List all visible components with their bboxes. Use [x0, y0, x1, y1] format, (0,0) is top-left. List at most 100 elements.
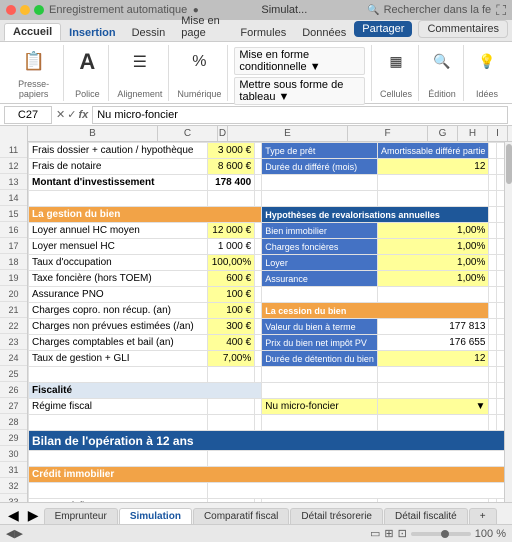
cell-e19[interactable]: Assurance: [262, 271, 378, 287]
cell-b12[interactable]: Frais de notaire: [29, 159, 208, 175]
cell-b15[interactable]: La gestion du bien: [29, 207, 262, 223]
paste-button[interactable]: 📋: [19, 47, 49, 77]
cell-d14[interactable]: [255, 191, 262, 207]
cell-h12[interactable]: [497, 159, 505, 175]
tab-comparatif-fiscal[interactable]: Comparatif fiscal: [193, 508, 289, 524]
cell-b30[interactable]: [29, 451, 208, 467]
col-header-i[interactable]: I: [488, 126, 508, 141]
cell-b24[interactable]: Taux de gestion + GLI: [29, 351, 208, 367]
cell-d28[interactable]: [255, 415, 262, 431]
cell-b16[interactable]: Loyer annuel HC moyen: [29, 223, 208, 239]
cell-c23[interactable]: 400 €: [208, 335, 255, 351]
cell-d13[interactable]: [255, 175, 262, 191]
cell-b19[interactable]: Taxe foncière (hors TOEM): [29, 271, 208, 287]
cell-d12[interactable]: [255, 159, 262, 175]
cell-c33[interactable]: [208, 499, 255, 503]
cell-b32[interactable]: [29, 483, 208, 499]
cell-h22[interactable]: [497, 319, 505, 335]
share-button[interactable]: Partager: [354, 21, 412, 37]
cell-e24[interactable]: Durée de détention du bien: [262, 351, 378, 367]
tab-dessin[interactable]: Dessin: [124, 25, 174, 41]
col-header-h[interactable]: H: [458, 126, 488, 141]
cell-h27[interactable]: [497, 399, 505, 415]
cell-h11[interactable]: [497, 143, 505, 159]
tab-add[interactable]: +: [469, 508, 497, 524]
cell-h15[interactable]: [497, 207, 505, 223]
cell-e23[interactable]: Prix du bien net impôt PV: [262, 335, 378, 351]
cell-b17[interactable]: Loyer mensuel HC: [29, 239, 208, 255]
cell-h14[interactable]: [497, 191, 505, 207]
cell-e15[interactable]: Hypothèses de revalorisations annuelles: [262, 207, 489, 223]
cell-h18[interactable]: [497, 255, 505, 271]
cell-b11[interactable]: Frais dossier + caution / hypothèque: [29, 143, 208, 159]
col-header-e[interactable]: E: [228, 126, 348, 141]
cell-f24[interactable]: 12: [378, 351, 489, 367]
sheet-nav-icon[interactable]: ◀▶: [6, 527, 23, 540]
cell-g23[interactable]: [489, 335, 497, 351]
cell-c13[interactable]: 178 400: [208, 175, 255, 191]
align-button[interactable]: ☰: [125, 47, 155, 77]
cell-g22[interactable]: [489, 319, 497, 335]
cell-e14[interactable]: [262, 191, 378, 207]
cell-f20[interactable]: [378, 287, 489, 303]
cell-e11[interactable]: Type de prêt: [262, 143, 378, 159]
font-button[interactable]: A: [72, 47, 102, 77]
minimize-button[interactable]: [20, 5, 30, 15]
cell-g28[interactable]: [489, 415, 497, 431]
cell-b27[interactable]: Régime fiscal: [29, 399, 208, 415]
cell-e12[interactable]: Durée du différé (mois): [262, 159, 378, 175]
cell-e25[interactable]: [262, 367, 378, 383]
cell-b23[interactable]: Charges comptables et bail (an): [29, 335, 208, 351]
cell-e20[interactable]: [262, 287, 378, 303]
cell-b13[interactable]: Montant d'investissement: [29, 175, 208, 191]
cell-f26[interactable]: [378, 383, 489, 399]
cell-f28[interactable]: [378, 415, 489, 431]
comments-button[interactable]: Commentaires: [418, 20, 508, 38]
cell-g17[interactable]: [489, 239, 497, 255]
confirm-formula-icon[interactable]: ✓: [67, 108, 76, 121]
cell-c25[interactable]: [208, 367, 255, 383]
fullscreen-icon[interactable]: ⛶: [496, 2, 506, 19]
col-header-b[interactable]: B: [28, 126, 158, 141]
cell-d22[interactable]: [255, 319, 262, 335]
cell-d23[interactable]: [255, 335, 262, 351]
ideas-button[interactable]: 💡: [472, 47, 502, 77]
cell-e18[interactable]: Loyer: [262, 255, 378, 271]
cell-h17[interactable]: [497, 239, 505, 255]
window-controls[interactable]: [6, 5, 44, 15]
cell-h23[interactable]: [497, 335, 505, 351]
maximize-button[interactable]: [34, 5, 44, 15]
cell-g18[interactable]: [489, 255, 497, 271]
cell-h20[interactable]: [497, 287, 505, 303]
cell-d33[interactable]: [255, 499, 262, 503]
cell-c11[interactable]: 3 000 €: [208, 143, 255, 159]
tab-insertion[interactable]: Insertion: [61, 25, 123, 41]
cell-h19[interactable]: [497, 271, 505, 287]
cell-g27[interactable]: [489, 399, 497, 415]
cell-c21[interactable]: 100 €: [208, 303, 255, 319]
cell-b18[interactable]: Taux d'occupation: [29, 255, 208, 271]
cell-b14[interactable]: [29, 191, 208, 207]
cell-h33[interactable]: [497, 499, 505, 503]
tab-emprunteur[interactable]: Emprunteur: [44, 508, 118, 524]
cell-f23[interactable]: 176 655: [378, 335, 489, 351]
cell-g19[interactable]: [489, 271, 497, 287]
cell-e33[interactable]: 178 400,00 €: [262, 499, 378, 503]
numeric-button[interactable]: %: [184, 47, 214, 77]
cell-d21[interactable]: [255, 303, 262, 319]
cell-c17[interactable]: 1 000 €: [208, 239, 255, 255]
edition-button[interactable]: 🔍: [427, 47, 457, 77]
tab-mise-en-page[interactable]: Mise en page: [173, 13, 232, 41]
vertical-scrollbar[interactable]: [504, 142, 512, 502]
cell-f18[interactable]: 1,00%: [378, 255, 489, 271]
cell-c20[interactable]: 100 €: [208, 287, 255, 303]
cell-c28[interactable]: [208, 415, 255, 431]
cell-c30[interactable]: [208, 451, 512, 467]
cell-f14[interactable]: [378, 191, 489, 207]
cell-c32[interactable]: [208, 483, 512, 499]
cell-g14[interactable]: [489, 191, 497, 207]
cancel-formula-icon[interactable]: ✕: [56, 108, 65, 121]
cell-h25[interactable]: [497, 367, 505, 383]
cell-g25[interactable]: [489, 367, 497, 383]
cell-c16[interactable]: 12 000 €: [208, 223, 255, 239]
